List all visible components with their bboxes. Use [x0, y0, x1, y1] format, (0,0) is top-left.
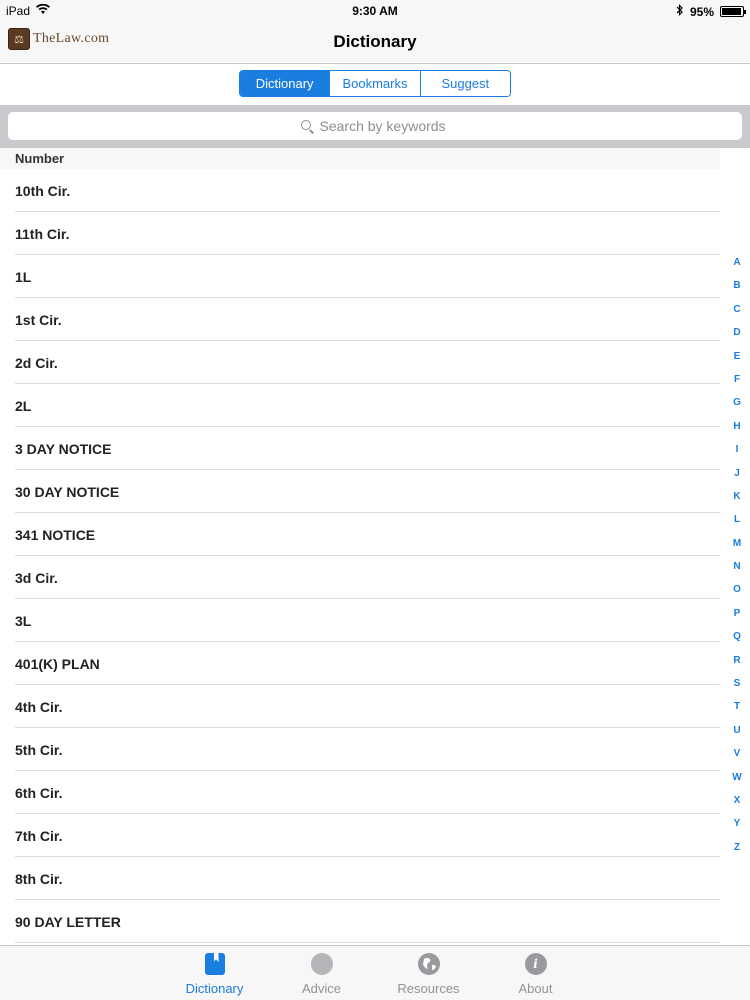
- list-item[interactable]: 8th Cir.: [0, 857, 720, 900]
- battery-percent: 95%: [689, 4, 714, 19]
- list-item[interactable]: 6th Cir.: [0, 771, 720, 814]
- list-item[interactable]: 4th Cir.: [0, 685, 720, 728]
- list-item[interactable]: 2L: [0, 384, 720, 427]
- list-item[interactable]: 11th Cir.: [0, 212, 720, 255]
- list-item[interactable]: 3d Cir.: [0, 556, 720, 599]
- index-letter-i[interactable]: I: [736, 438, 739, 461]
- index-letter-e[interactable]: E: [734, 345, 741, 368]
- list-item[interactable]: 341 NOTICE: [0, 513, 720, 556]
- index-letter-t[interactable]: T: [734, 695, 740, 718]
- search-box[interactable]: [8, 112, 742, 140]
- list-item[interactable]: 401(K) PLAN: [0, 642, 720, 685]
- index-letter-j[interactable]: J: [734, 462, 740, 485]
- status-time: 9:30 AM: [352, 4, 398, 18]
- tab-resources[interactable]: Resources: [375, 946, 482, 1000]
- index-letter-b[interactable]: B: [733, 274, 740, 297]
- section-header: Number: [0, 148, 720, 169]
- segment-area: Dictionary Bookmarks Suggest: [0, 64, 750, 105]
- index-letter-l[interactable]: L: [734, 508, 740, 531]
- battery-icon: [720, 6, 746, 17]
- segment-dictionary[interactable]: Dictionary: [240, 71, 331, 96]
- lightbulb-icon: [310, 953, 333, 975]
- bluetooth-icon: [676, 4, 684, 19]
- index-letter-n[interactable]: N: [733, 555, 740, 578]
- list-item[interactable]: 30 DAY NOTICE: [0, 470, 720, 513]
- page-title: Dictionary: [333, 32, 417, 51]
- info-icon: i: [524, 953, 547, 975]
- status-bar: iPad 9:30 AM 95%: [0, 0, 750, 22]
- index-letter-v[interactable]: V: [734, 742, 741, 765]
- battery-fill: [722, 8, 741, 15]
- list-item[interactable]: 3L: [0, 599, 720, 642]
- segment-bookmarks[interactable]: Bookmarks: [330, 71, 421, 96]
- index-letter-z[interactable]: Z: [734, 836, 740, 859]
- index-letter-u[interactable]: U: [733, 719, 740, 742]
- index-letter-x[interactable]: X: [734, 789, 741, 812]
- tab-advice[interactable]: Advice: [268, 946, 375, 1000]
- tab-label: Resources: [397, 981, 460, 996]
- tab-label: Dictionary: [185, 981, 244, 996]
- list-item[interactable]: 10th Cir.: [0, 169, 720, 212]
- list-item[interactable]: 2d Cir.: [0, 341, 720, 384]
- list-item[interactable]: 5th Cir.: [0, 728, 720, 771]
- segment-suggest[interactable]: Suggest: [420, 71, 510, 96]
- index-letter-o[interactable]: O: [733, 578, 741, 601]
- index-letter-d[interactable]: D: [733, 321, 740, 344]
- tab-dictionary[interactable]: Dictionary: [161, 946, 268, 1000]
- nav-bar: ⚖ TheLaw.com Dictionary: [0, 22, 750, 64]
- index-letter-p[interactable]: P: [734, 602, 741, 625]
- globe-icon: [417, 953, 440, 975]
- index-letter-m[interactable]: M: [733, 532, 741, 555]
- index-letter-h[interactable]: H: [733, 415, 740, 438]
- alphabet-index[interactable]: A B C D E F G H I J K L M N O P Q R S T …: [730, 251, 744, 859]
- list-item[interactable]: 1L: [0, 255, 720, 298]
- list-item[interactable]: 7th Cir.: [0, 814, 720, 857]
- tab-label: About: [518, 981, 553, 996]
- index-letter-c[interactable]: C: [733, 298, 740, 321]
- index-letter-y[interactable]: Y: [734, 812, 741, 835]
- index-letter-s[interactable]: S: [734, 672, 741, 695]
- index-letter-g[interactable]: G: [733, 391, 741, 414]
- index-letter-f[interactable]: F: [734, 368, 740, 391]
- search-input[interactable]: [319, 118, 450, 134]
- list-item[interactable]: 90 DAY LETTER: [0, 900, 720, 943]
- list-item[interactable]: 1st Cir.: [0, 298, 720, 341]
- book-icon: [204, 953, 225, 975]
- index-letter-a[interactable]: A: [733, 251, 740, 274]
- tab-label: Advice: [301, 981, 342, 996]
- index-letter-k[interactable]: K: [733, 485, 740, 508]
- index-letter-q[interactable]: Q: [733, 625, 741, 648]
- index-letter-r[interactable]: R: [733, 649, 740, 672]
- segmented-control: Dictionary Bookmarks Suggest: [239, 70, 511, 97]
- status-right: 95%: [676, 4, 746, 19]
- dictionary-list[interactable]: Number 10th Cir. 11th Cir. 1L 1st Cir. 2…: [0, 148, 720, 945]
- tab-about[interactable]: i About: [482, 946, 589, 1000]
- list-item[interactable]: 3 DAY NOTICE: [0, 427, 720, 470]
- search-bar: [0, 105, 750, 148]
- index-letter-w[interactable]: W: [732, 766, 741, 789]
- search-icon: [300, 119, 314, 134]
- tab-bar: Dictionary Advice Resources i About: [0, 945, 750, 1000]
